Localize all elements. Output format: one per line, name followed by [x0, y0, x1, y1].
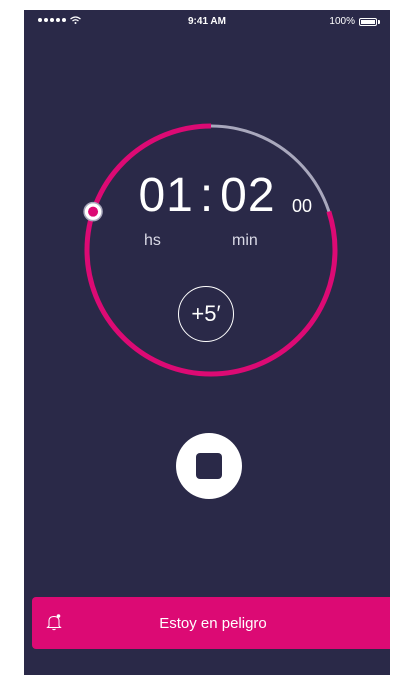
timer-display: 01:02 — [24, 168, 390, 223]
add-five-minutes-label: +5′ — [191, 301, 221, 326]
stop-icon — [196, 453, 222, 479]
timer-seconds: 00 — [292, 196, 313, 216]
timer-ring — [83, 123, 338, 377]
timer-hours: 01 — [138, 169, 194, 222]
hours-label: hs — [144, 232, 161, 249]
danger-button[interactable]: Estoy en peligro — [32, 597, 390, 649]
danger-button-label: Estoy en peligro — [159, 614, 267, 632]
timer-minutes: 02 — [220, 169, 276, 222]
add-five-minutes-button[interactable]: +5′ — [178, 286, 234, 342]
bell-icon — [46, 614, 62, 631]
stop-button[interactable] — [176, 433, 242, 499]
app-screen: 9:41 AM 100% 01:02 00 hs min +5′ Estoy e… — [24, 10, 390, 675]
minutes-label: min — [232, 232, 258, 249]
timer-separator: : — [199, 169, 215, 222]
